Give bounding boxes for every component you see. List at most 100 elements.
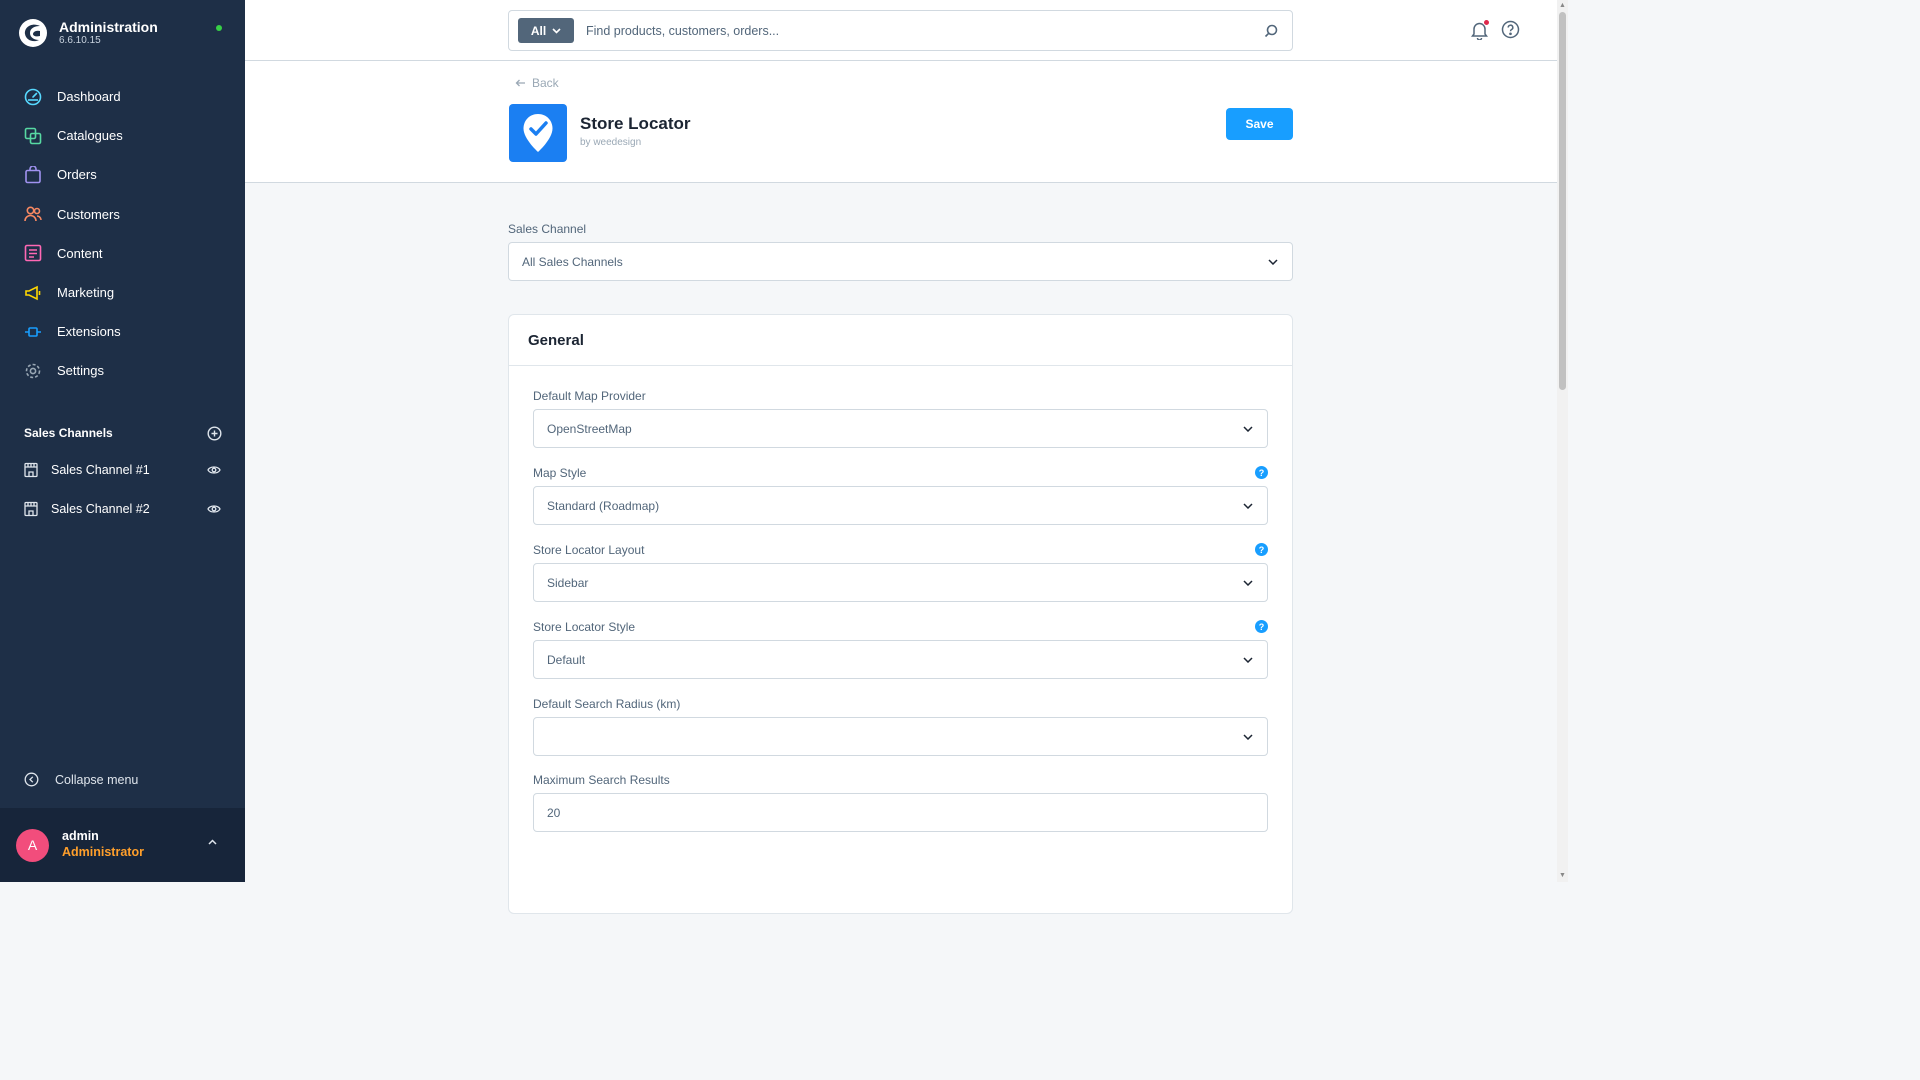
default-search-radius-label: Default Search Radius (km): [533, 697, 681, 711]
sales-channel-value: All Sales Channels: [522, 254, 623, 269]
eye-icon[interactable]: [207, 465, 221, 475]
back-label: Back: [532, 76, 559, 90]
customers-icon: [23, 204, 43, 224]
save-button[interactable]: Save: [1226, 108, 1293, 140]
status-indicator: [216, 25, 222, 31]
chevron-down-icon: [1268, 258, 1278, 265]
user-name: admin: [62, 829, 99, 844]
map-style-label: Map Style: [533, 466, 587, 480]
extensions-icon: [23, 322, 43, 342]
help-icon[interactable]: [1501, 20, 1520, 39]
storefront-icon: [24, 501, 38, 516]
content-icon: [23, 243, 43, 263]
page-title: Store Locator: [580, 114, 691, 133]
notifications-button[interactable]: [1471, 19, 1490, 41]
default-search-radius-select[interactable]: [533, 717, 1268, 756]
sales-channel-label: Sales Channel #2: [51, 501, 150, 516]
sales-channels-title: Sales Channels: [24, 426, 113, 440]
default-map-provider-value: OpenStreetMap: [547, 421, 632, 436]
map-style-value: Standard (Roadmap): [547, 498, 660, 513]
search-input[interactable]: [586, 23, 1264, 38]
storefront-icon: [24, 462, 38, 477]
arrow-left-icon: [515, 79, 525, 87]
help-icon[interactable]: ?: [1255, 543, 1268, 556]
nav-item-label: Orders: [57, 167, 97, 183]
collapse-menu-button[interactable]: Collapse menu: [24, 772, 138, 787]
chevron-down-icon: [1243, 579, 1253, 586]
nav-item-label: Settings: [57, 363, 104, 379]
nav-item-label: Extensions: [57, 324, 121, 340]
nav-item-label: Catalogues: [57, 128, 123, 144]
nav-item-marketing[interactable]: Marketing: [0, 273, 245, 312]
map-pin-check-icon: [523, 114, 553, 152]
chevron-up-icon[interactable]: [207, 838, 218, 846]
nav-item-orders[interactable]: Orders: [0, 155, 245, 194]
help-icon[interactable]: ?: [1255, 620, 1268, 633]
nav-item-catalogues[interactable]: Catalogues: [0, 116, 245, 155]
card-title: General: [528, 332, 584, 349]
chevron-down-icon: [1243, 733, 1253, 740]
nav-item-dashboard[interactable]: Dashboard: [0, 77, 245, 116]
scroll-thumb[interactable]: [1559, 12, 1566, 390]
chevron-left-circle-icon: [24, 772, 39, 787]
version-label: 6.6.10.15: [59, 35, 101, 47]
nav-item-extensions[interactable]: Extensions: [0, 312, 245, 351]
brand-title: Administration: [59, 19, 158, 36]
app-author: by weedesign: [580, 137, 642, 148]
user-role: Administrator: [62, 845, 144, 859]
dashboard-icon: [23, 87, 43, 107]
store-locator-layout-select[interactable]: Sidebar: [533, 563, 1268, 602]
default-map-provider-select[interactable]: OpenStreetMap: [533, 409, 1268, 448]
user-menu[interactable]: A admin Administrator: [0, 808, 245, 882]
sales-channel-select[interactable]: All Sales Channels: [508, 242, 1293, 281]
sales-channel-list: Sales Channel #1 Sales Channel #2: [0, 450, 245, 528]
store-locator-style-value: Default: [547, 652, 586, 667]
scroll-down-arrow[interactable]: ▼: [1559, 872, 1566, 879]
chevron-down-icon: [552, 27, 561, 34]
default-map-provider-label: Default Map Provider: [533, 389, 646, 403]
page-scrollbar[interactable]: ▲ ▼: [1557, 0, 1568, 882]
nav-item-customers[interactable]: Customers: [0, 195, 245, 234]
nav-item-label: Customers: [57, 206, 120, 222]
search-type-select[interactable]: All: [518, 18, 574, 43]
sales-channel-item[interactable]: Sales Channel #2: [0, 489, 245, 528]
help-icon[interactable]: ?: [1255, 466, 1268, 479]
nav-item-label: Content: [57, 245, 103, 261]
card-divider: [509, 365, 1292, 366]
brand[interactable]: Administration 6.6.10.15: [18, 18, 158, 48]
nav-item-content[interactable]: Content: [0, 234, 245, 273]
back-link[interactable]: Back: [515, 76, 559, 90]
store-locator-style-select[interactable]: Default: [533, 640, 1268, 679]
search-type-label: All: [530, 23, 547, 38]
app-icon: [509, 104, 567, 162]
maximum-search-results-input[interactable]: 20: [533, 793, 1268, 832]
sidebar: Administration 6.6.10.15 Dashboard Catal…: [0, 0, 245, 882]
collapse-menu-label: Collapse menu: [55, 772, 139, 787]
store-locator-layout-value: Sidebar: [547, 575, 589, 590]
search-icon[interactable]: [1264, 24, 1278, 38]
sales-channel-item[interactable]: Sales Channel #1: [0, 450, 245, 489]
notification-badge: [1483, 19, 1490, 26]
sales-channel-label: Sales Channel: [508, 222, 587, 236]
shopware-logo-icon: [19, 19, 47, 47]
top-bar: All: [245, 0, 1557, 61]
catalogues-icon: [23, 126, 43, 146]
chevron-down-icon: [1243, 656, 1253, 663]
chevron-down-icon: [1243, 502, 1253, 509]
map-style-select[interactable]: Standard (Roadmap): [533, 486, 1268, 525]
settings-icon: [23, 361, 43, 381]
chevron-down-icon: [1243, 425, 1253, 432]
nav-item-settings[interactable]: Settings: [0, 351, 245, 390]
page-header: Back Store Locator by weedesign Save: [245, 61, 1557, 183]
store-locator-layout-label: Store Locator Layout: [533, 543, 645, 557]
eye-icon[interactable]: [207, 504, 221, 514]
avatar: A: [16, 828, 49, 862]
scroll-up-arrow[interactable]: ▲: [1559, 2, 1566, 9]
orders-icon: [23, 165, 43, 185]
main-nav: Dashboard Catalogues Orders Customers Co…: [0, 77, 245, 391]
add-sales-channel-icon[interactable]: [207, 425, 222, 441]
marketing-icon: [23, 283, 43, 303]
nav-item-label: Dashboard: [57, 89, 121, 105]
nav-item-label: Marketing: [57, 285, 115, 301]
maximum-search-results-label: Maximum Search Results: [533, 773, 670, 787]
